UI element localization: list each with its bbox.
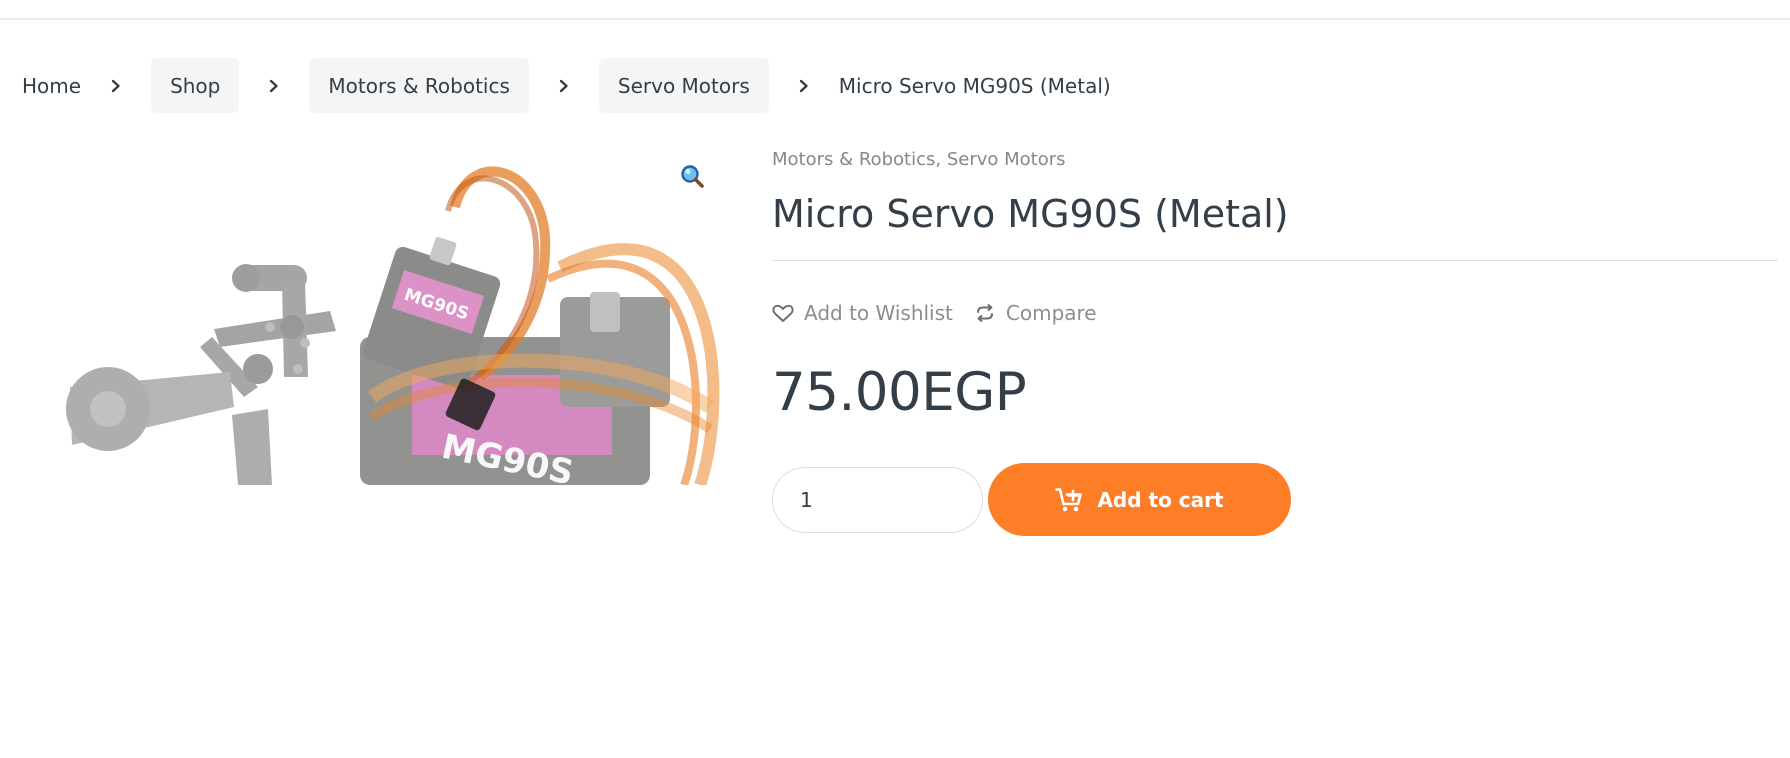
- add-to-cart-label: Add to cart: [1097, 487, 1224, 512]
- heart-icon: [772, 304, 794, 322]
- title-divider: [772, 260, 1778, 261]
- add-to-wishlist-button[interactable]: Add to Wishlist: [772, 301, 953, 325]
- product-image[interactable]: MG90S MG90S: [0, 147, 724, 485]
- product-title: Micro Servo MG90S (Metal): [772, 192, 1289, 236]
- quantity-input[interactable]: [772, 466, 983, 533]
- breadcrumb-motors-robotics[interactable]: Motors & Robotics: [309, 58, 529, 113]
- category-link-servo-motors[interactable]: Servo Motors: [947, 149, 1066, 170]
- zoom-button[interactable]: [678, 162, 706, 190]
- servo-product-photo: MG90S MG90S: [66, 166, 720, 485]
- category-link-motors-robotics[interactable]: Motors & Robotics: [772, 149, 935, 170]
- chevron-right-icon: [769, 58, 839, 113]
- chevron-right-icon: [239, 58, 309, 113]
- breadcrumb-current: Micro Servo MG90S (Metal): [838, 73, 1111, 98]
- wishlist-label: Add to Wishlist: [804, 301, 953, 325]
- breadcrumb-servo-motors[interactable]: Servo Motors: [598, 58, 769, 113]
- product-summary: Motors & Robotics, Servo Motors Micro Se…: [772, 146, 1778, 536]
- chevron-right-icon: [81, 58, 151, 113]
- breadcrumb-home[interactable]: Home: [22, 58, 81, 113]
- cart-plus-icon: [1055, 487, 1083, 511]
- category-separator: ,: [935, 149, 947, 170]
- add-to-cart-button[interactable]: Add to cart: [988, 463, 1291, 536]
- compare-label: Compare: [1005, 301, 1097, 325]
- breadcrumb-shop[interactable]: Shop: [151, 58, 240, 113]
- add-to-cart-form: Add to cart: [772, 463, 1778, 536]
- product-actions: Add to Wishlist Compare: [772, 299, 1778, 327]
- header-divider: [0, 18, 1790, 20]
- chevron-right-icon: [529, 58, 599, 113]
- compare-icon: [976, 304, 993, 322]
- breadcrumb: Home Shop Motors & Robotics Servo Motors…: [22, 58, 1111, 113]
- magnifier-icon: [681, 165, 704, 188]
- compare-button[interactable]: Compare: [974, 301, 1097, 325]
- product-categories: Motors & Robotics, Servo Motors: [772, 146, 1778, 174]
- product-price: 75.00EGP: [772, 362, 1027, 423]
